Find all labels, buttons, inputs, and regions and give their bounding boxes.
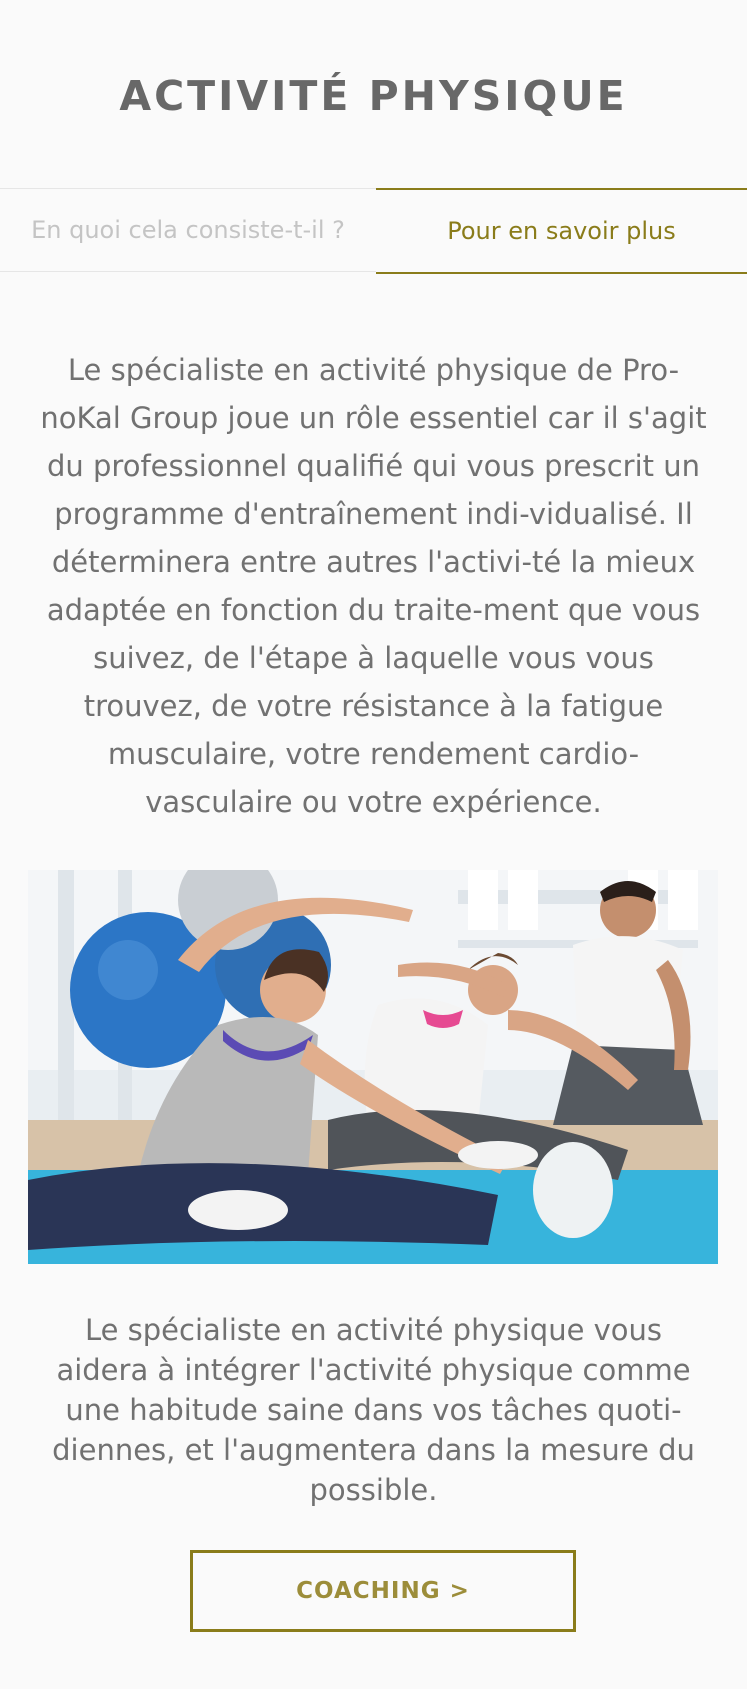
page-title: ACTIVITÉ PHYSIQUE (119, 72, 628, 120)
outro-paragraph: Le spécialiste en activité physique vous… (52, 1313, 695, 1507)
activity-page: ACTIVITÉ PHYSIQUE En quoi cela consiste-… (0, 0, 747, 1689)
intro-paragraph: Le spécialiste en activité physique de P… (40, 353, 707, 819)
coaching-button[interactable]: COACHING > (190, 1550, 576, 1632)
tab-bar: En quoi cela consiste-t-il ? Pour en sav… (0, 188, 747, 274)
tab-learn-more[interactable]: Pour en savoir plus (376, 188, 747, 274)
stretching-photo (28, 870, 718, 1264)
stretching-group-photo-icon (28, 870, 718, 1264)
tab-what-is-it[interactable]: En quoi cela consiste-t-il ? (0, 188, 376, 272)
